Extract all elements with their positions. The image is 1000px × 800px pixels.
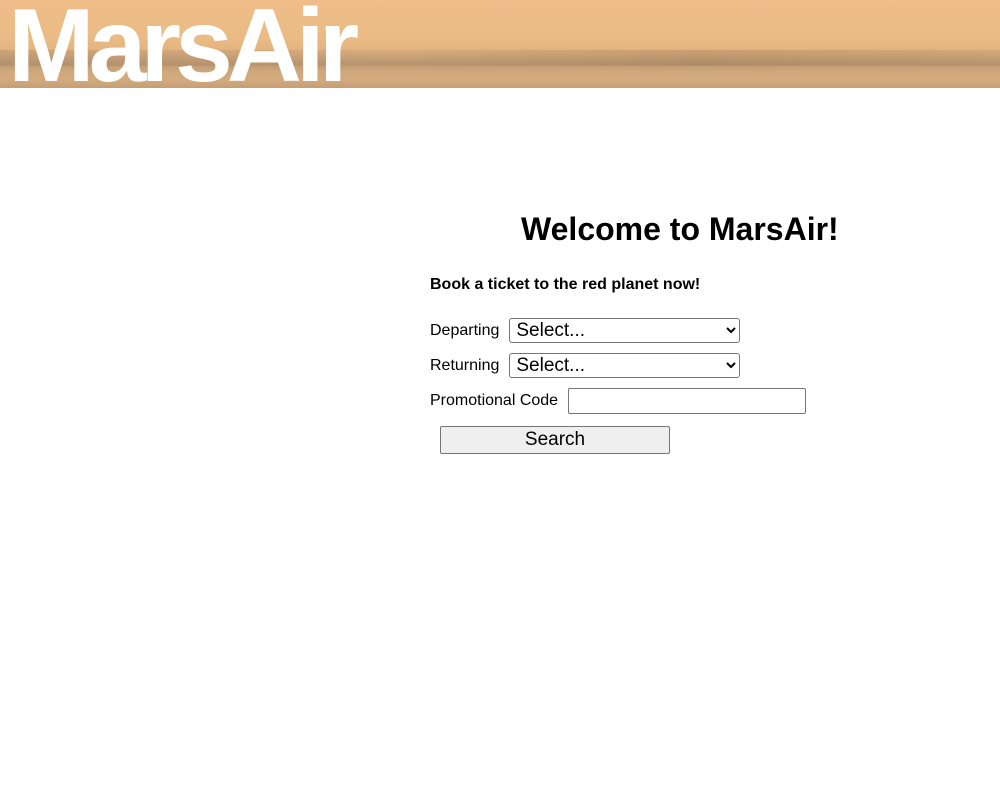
- departing-select[interactable]: Select...: [509, 318, 741, 343]
- departing-label: Departing: [430, 321, 500, 339]
- tagline: Book a ticket to the red planet now!: [430, 276, 701, 293]
- departing-row: Departing Select...: [430, 318, 741, 343]
- search-button[interactable]: Search: [440, 426, 670, 454]
- returning-row: Returning Select...: [430, 353, 741, 378]
- page-title: Welcome to MarsAir!: [521, 211, 839, 247]
- promo-code-label: Promotional Code: [430, 392, 559, 409]
- promo-code-input[interactable]: [568, 388, 807, 414]
- promo-row: Promotional Code: [430, 388, 807, 414]
- returning-select[interactable]: Select...: [509, 353, 741, 378]
- marsair-logo[interactable]: MarsAir: [8, 0, 359, 88]
- returning-label: Returning: [430, 356, 500, 374]
- header-banner: MarsAir: [0, 0, 1000, 88]
